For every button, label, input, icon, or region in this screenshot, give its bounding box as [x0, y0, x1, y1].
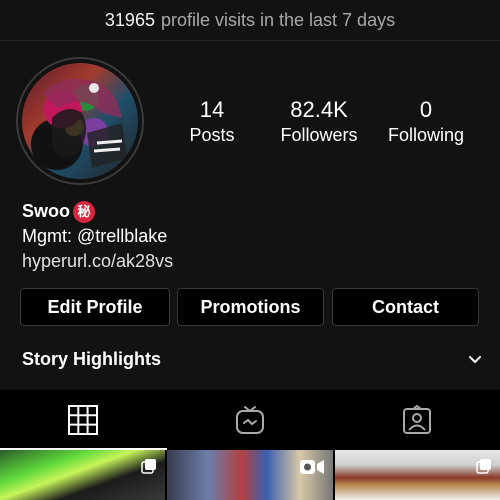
bio-link[interactable]: hyperurl.co/ak28vs — [22, 249, 173, 274]
followers-count: 82.4K — [290, 97, 348, 122]
profile-name-text: Swoo — [22, 201, 70, 221]
tagged-icon — [402, 404, 431, 434]
posts-count: 14 — [199, 97, 225, 122]
tab-grid[interactable] — [0, 390, 167, 450]
profile-tabs — [0, 390, 500, 450]
profile-header: 14 Posts 82.4K Followers 0 Following Swo… — [0, 41, 500, 390]
stat-following[interactable]: 0 Following — [383, 97, 469, 147]
stat-posts[interactable]: 14 Posts — [180, 97, 244, 147]
igtv-icon — [236, 406, 264, 434]
post-thumbnail[interactable] — [167, 450, 333, 500]
edit-profile-button[interactable]: Edit Profile — [20, 288, 170, 326]
carousel-icon — [476, 459, 491, 474]
video-icon — [299, 460, 324, 474]
followers-label: Followers — [280, 125, 358, 145]
avatar-image — [22, 63, 138, 179]
stat-followers[interactable]: 82.4K Followers — [272, 97, 366, 147]
tab-tagged[interactable] — [333, 390, 500, 450]
post-grid — [0, 450, 500, 500]
posts-label: Posts — [189, 125, 235, 145]
tab-igtv[interactable] — [167, 390, 334, 450]
carousel-icon — [141, 459, 157, 474]
post-thumbnail[interactable] — [334, 450, 500, 500]
visits-count: 31965 — [104, 9, 155, 30]
contact-button[interactable]: Contact — [332, 288, 479, 326]
story-highlights-label: Story Highlights — [22, 349, 161, 369]
promotions-button[interactable]: Promotions — [177, 288, 324, 326]
following-count: 0 — [419, 97, 433, 122]
post-thumbnail[interactable] — [0, 450, 166, 500]
profile-visits-banner[interactable]: 31965 profile visits in the last 7 days — [0, 0, 500, 40]
secret-emoji-icon: 秘 — [73, 200, 95, 223]
bio: Swoo 秘 Mgmt: @trellblake hyperurl.co/ak2… — [22, 199, 173, 274]
chevron-down-icon — [469, 355, 481, 363]
grid-icon — [68, 405, 99, 435]
following-label: Following — [387, 125, 465, 145]
bio-line: Mgmt: @trellblake — [22, 226, 168, 246]
avatar[interactable] — [16, 57, 144, 185]
profile-name: Swoo 秘 — [22, 199, 173, 224]
visits-label: profile visits in the last 7 days — [160, 9, 396, 30]
story-highlights-toggle[interactable]: Story Highlights — [22, 349, 482, 370]
